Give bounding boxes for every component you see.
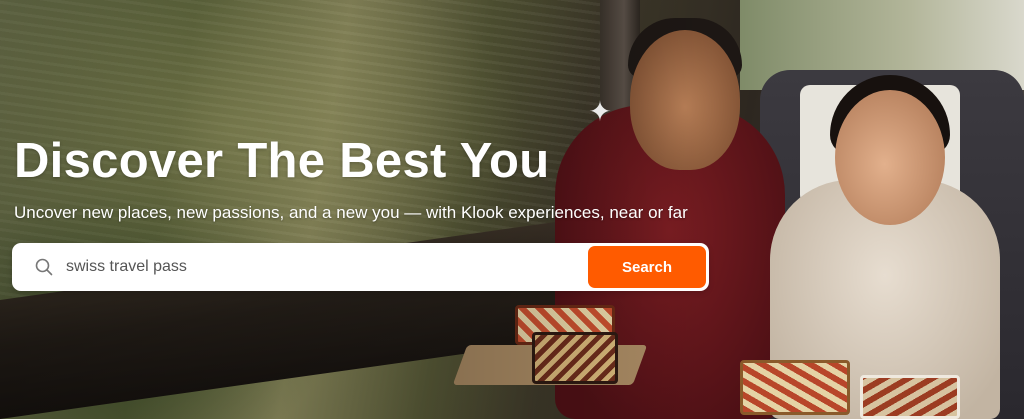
hero-subtitle: Uncover new places, new passions, and a … bbox=[14, 203, 688, 222]
search-button[interactable]: Search bbox=[588, 246, 706, 288]
search-input[interactable] bbox=[64, 243, 588, 291]
hero-headline: Discover The Best You bbox=[14, 134, 550, 188]
search-icon bbox=[24, 243, 64, 291]
search-bar[interactable]: Search bbox=[12, 243, 709, 291]
hero-banner: ✦ Discover The Best You Uncover new plac… bbox=[0, 0, 1024, 419]
